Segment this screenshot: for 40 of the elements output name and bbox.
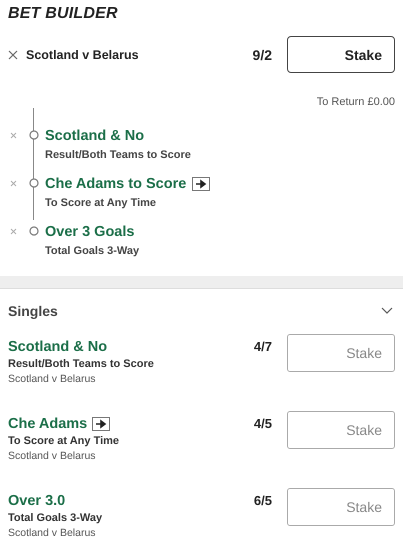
odds-text: 6/5 [254,493,272,508]
odds-text: 4/7 [254,339,272,354]
odds-text: 9/2 [252,46,272,62]
node-circle-icon [29,226,39,236]
market-name: Result/Both Teams to Score [45,149,191,161]
market-name: Total Goals 3-Way [8,512,104,524]
node-circle-icon [29,178,39,188]
return-text: To Return £0.00 [316,95,396,108]
market-name: To Score at Any Time [8,435,120,447]
selection-name: Che Adams [8,416,88,432]
event-name: Scotland v Belarus [8,450,97,462]
selection-name: Over 3.0 [8,493,66,509]
node-circle-icon [29,130,39,140]
section-title: BET BUILDER [8,5,119,23]
expand-button[interactable] [381,307,393,315]
chevron-icon [381,307,393,315]
market-name: Total Goals 3-Way [45,245,140,257]
event-name: Scotland v Belarus [8,373,97,385]
selection-name: Over 3 Goals [45,224,134,240]
stake-field[interactable]: Stake [287,411,395,449]
close-icon [8,50,18,60]
market-name: Result/Both Teams to Score [8,358,155,370]
event-name: Scotland v Belarus [8,527,97,539]
remove-button[interactable] [10,132,17,139]
section-title: Singles [8,303,58,319]
close-icon [10,132,17,139]
selection-name: Scotland & No [8,339,108,355]
remove-button[interactable] [10,180,17,187]
stake-field[interactable]: Stake [287,36,395,73]
close-icon [10,180,17,187]
remove-button[interactable] [10,228,17,235]
selection-name: Che Adams to Score [45,176,186,192]
market-name: To Score at Any Time [45,197,158,209]
event-name: Scotland v Belarus [26,48,140,62]
stake-field[interactable]: Stake [287,488,395,526]
close-button[interactable] [8,50,18,60]
close-icon [10,228,17,235]
selection-name: Scotland & No [45,128,144,144]
stake-field[interactable]: Stake [287,334,395,372]
odds-text: 4/5 [254,416,272,431]
